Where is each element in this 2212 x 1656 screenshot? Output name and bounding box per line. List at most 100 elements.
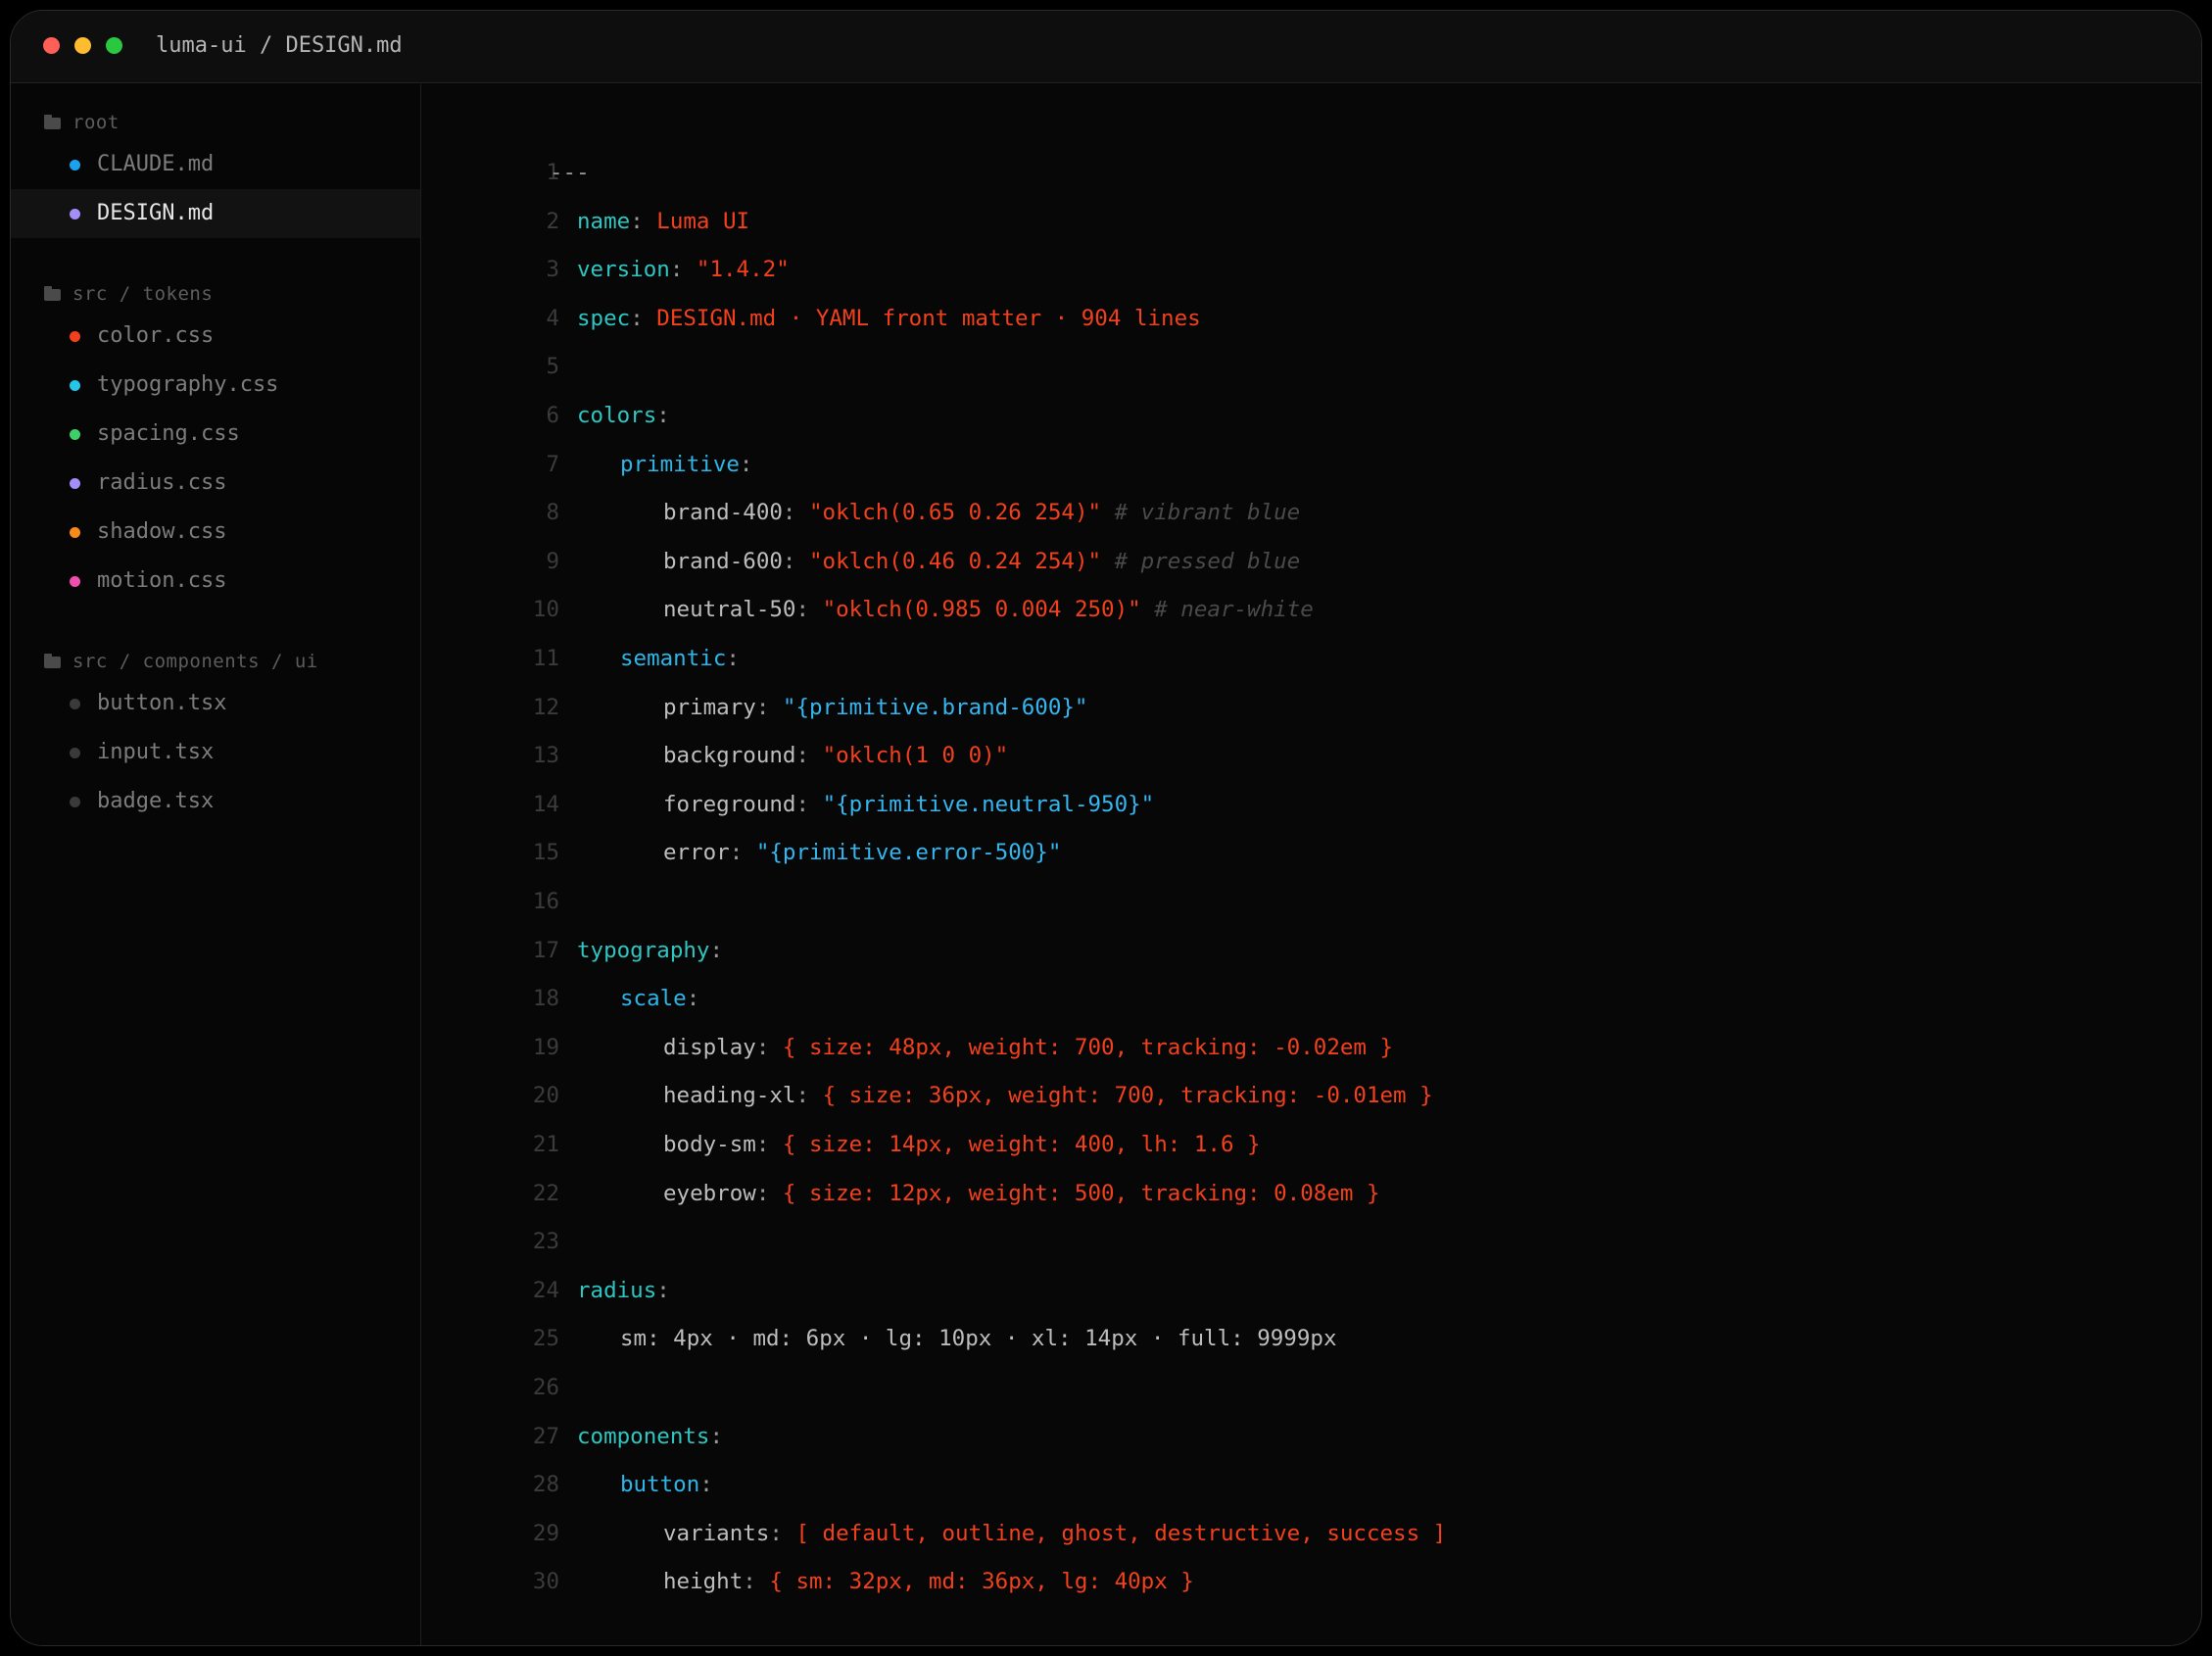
code-token: { size: 14px, weight: 400, lh: 1.6 } [782, 1132, 1261, 1157]
code-token: : [726, 646, 740, 671]
code-token: : [755, 1180, 783, 1206]
code-content: spec: DESIGN.md · YAML front matter · 90… [577, 295, 1201, 343]
minimize-button[interactable] [74, 37, 91, 54]
line-number: 16 [532, 889, 559, 914]
code-token: "{primitive.error-500}" [755, 840, 1062, 866]
file-item[interactable]: CLAUDE.md [11, 140, 420, 189]
code-line: 17 typography: [422, 927, 2201, 975]
code-content: body-sm: { size: 14px, weight: 400, lh: … [663, 1121, 1261, 1169]
file-explorer-sidebar: root CLAUDE.md DESIGN.md src / tokens color.… [11, 84, 421, 1645]
file-item[interactable]: DESIGN.md [11, 189, 420, 238]
line-number: 4 [546, 305, 559, 331]
code-line: 13 background: "oklch(1 0 0)" [422, 732, 2201, 780]
line-number: 10 [532, 597, 559, 623]
line-number: 27 [532, 1423, 559, 1449]
code-line: 6 colors: [422, 392, 2201, 440]
code-token: brand-600 [663, 548, 783, 574]
maximize-button[interactable] [106, 37, 122, 54]
file-item[interactable]: shadow.css [11, 508, 420, 557]
code-token: primary [663, 694, 756, 720]
code-token: : [729, 840, 756, 866]
line-number: 3 [546, 257, 559, 283]
file-status-dot-icon [70, 576, 80, 587]
code-editor[interactable]: 1 --- 2 name: Luma UI 3 version: "1.4.2" 4 spec… [422, 84, 2201, 1645]
code-content: background: "oklch(1 0 0)" [663, 732, 1008, 780]
code-token: : [630, 208, 657, 234]
file-item[interactable]: typography.css [11, 361, 420, 410]
file-item[interactable]: color.css [11, 312, 420, 361]
line-number: 28 [532, 1472, 559, 1498]
file-item[interactable]: button.tsx [11, 679, 420, 728]
folder-header[interactable]: root [44, 108, 120, 137]
file-name: input.tsx [97, 740, 215, 764]
editor-window: luma-ui / DESIGN.md root CLAUDE.md DESIGN.… [10, 10, 2202, 1646]
code-line: 24 radius: [422, 1267, 2201, 1315]
code-content: sm: 4px · md: 6px · lg: 10px · xl: 14px … [620, 1315, 1337, 1363]
file-item[interactable]: spacing.css [11, 410, 420, 459]
code-token: : [782, 500, 810, 526]
code-token: : [739, 451, 753, 477]
code-token: { sm: 32px, md: 36px, lg: 40px } [769, 1569, 1194, 1595]
code-content: radius: [577, 1267, 670, 1315]
code-token: foreground [663, 791, 796, 817]
close-button[interactable] [43, 37, 60, 54]
file-name: spacing.css [97, 421, 240, 446]
code-token: semantic [620, 646, 727, 671]
code-token: typography [577, 937, 710, 963]
code-line: 2 name: Luma UI [422, 198, 2201, 246]
line-number: 13 [532, 743, 559, 769]
code-token: : [699, 1472, 713, 1498]
folder-label: root [72, 112, 120, 133]
code-line: 1 --- [422, 149, 2201, 197]
code-line: 26 [422, 1364, 2201, 1412]
code-content: typography: [577, 927, 723, 975]
file-status-dot-icon [70, 748, 80, 758]
file-status-dot-icon [70, 478, 80, 489]
code-token: version [577, 257, 670, 283]
folder-header[interactable]: src / components / ui [44, 647, 318, 676]
code-content: --- [550, 149, 590, 197]
code-token: sm: 4px · md: 6px · lg: 10px · xl: 14px … [620, 1326, 1337, 1352]
file-item[interactable]: radius.css [11, 459, 420, 508]
code-token: DESIGN.md · YAML front matter · 904 line… [656, 305, 1201, 331]
code-content: heading-xl: { size: 36px, weight: 700, t… [663, 1072, 1433, 1120]
code-content: foreground: "{primitive.neutral-950}" [663, 781, 1154, 829]
code-token: display [663, 1034, 756, 1060]
code-content: name: Luma UI [577, 198, 749, 246]
folder-icon [44, 115, 61, 129]
file-name: CLAUDE.md [97, 152, 215, 176]
code-token: variants [663, 1520, 770, 1546]
folder-icon [44, 286, 61, 301]
code-token: "1.4.2" [696, 257, 790, 283]
file-item[interactable]: badge.tsx [11, 777, 420, 826]
code-line: 11 semantic: [422, 635, 2201, 683]
file-status-dot-icon [70, 209, 80, 219]
code-token: : [630, 305, 657, 331]
code-token: eyebrow [663, 1180, 756, 1206]
code-token: "oklch(0.985 0.004 250)" [822, 597, 1141, 623]
folder-header[interactable]: src / tokens [44, 279, 213, 309]
folder-icon [44, 654, 61, 668]
line-number: 24 [532, 1277, 559, 1303]
code-token: { size: 36px, weight: 700, tracking: -0.… [822, 1083, 1433, 1109]
line-number: 12 [532, 694, 559, 720]
code-token: scale [620, 986, 687, 1012]
code-token: { size: 12px, weight: 500, tracking: 0.0… [782, 1180, 1380, 1206]
line-number: 14 [532, 791, 559, 817]
file-status-dot-icon [70, 429, 80, 440]
line-number: 26 [532, 1375, 559, 1400]
code-content: brand-400: "oklch(0.65 0.26 254)" # vibr… [663, 489, 1300, 537]
code-token: "{primitive.neutral-950}" [822, 791, 1155, 817]
code-token: spec [577, 305, 631, 331]
code-token: brand-400 [663, 500, 783, 526]
code-token: # vibrant blue [1101, 500, 1301, 526]
file-item[interactable]: motion.css [11, 557, 420, 606]
file-name: typography.css [97, 372, 279, 397]
file-item[interactable]: input.tsx [11, 728, 420, 777]
code-token: "{primitive.brand-600}" [782, 694, 1088, 720]
code-content: scale: [620, 975, 699, 1023]
code-content: colors: [577, 392, 670, 440]
code-token: # near-white [1140, 597, 1314, 623]
file-name: DESIGN.md [97, 201, 215, 225]
code-content: primary: "{primitive.brand-600}" [663, 684, 1087, 732]
